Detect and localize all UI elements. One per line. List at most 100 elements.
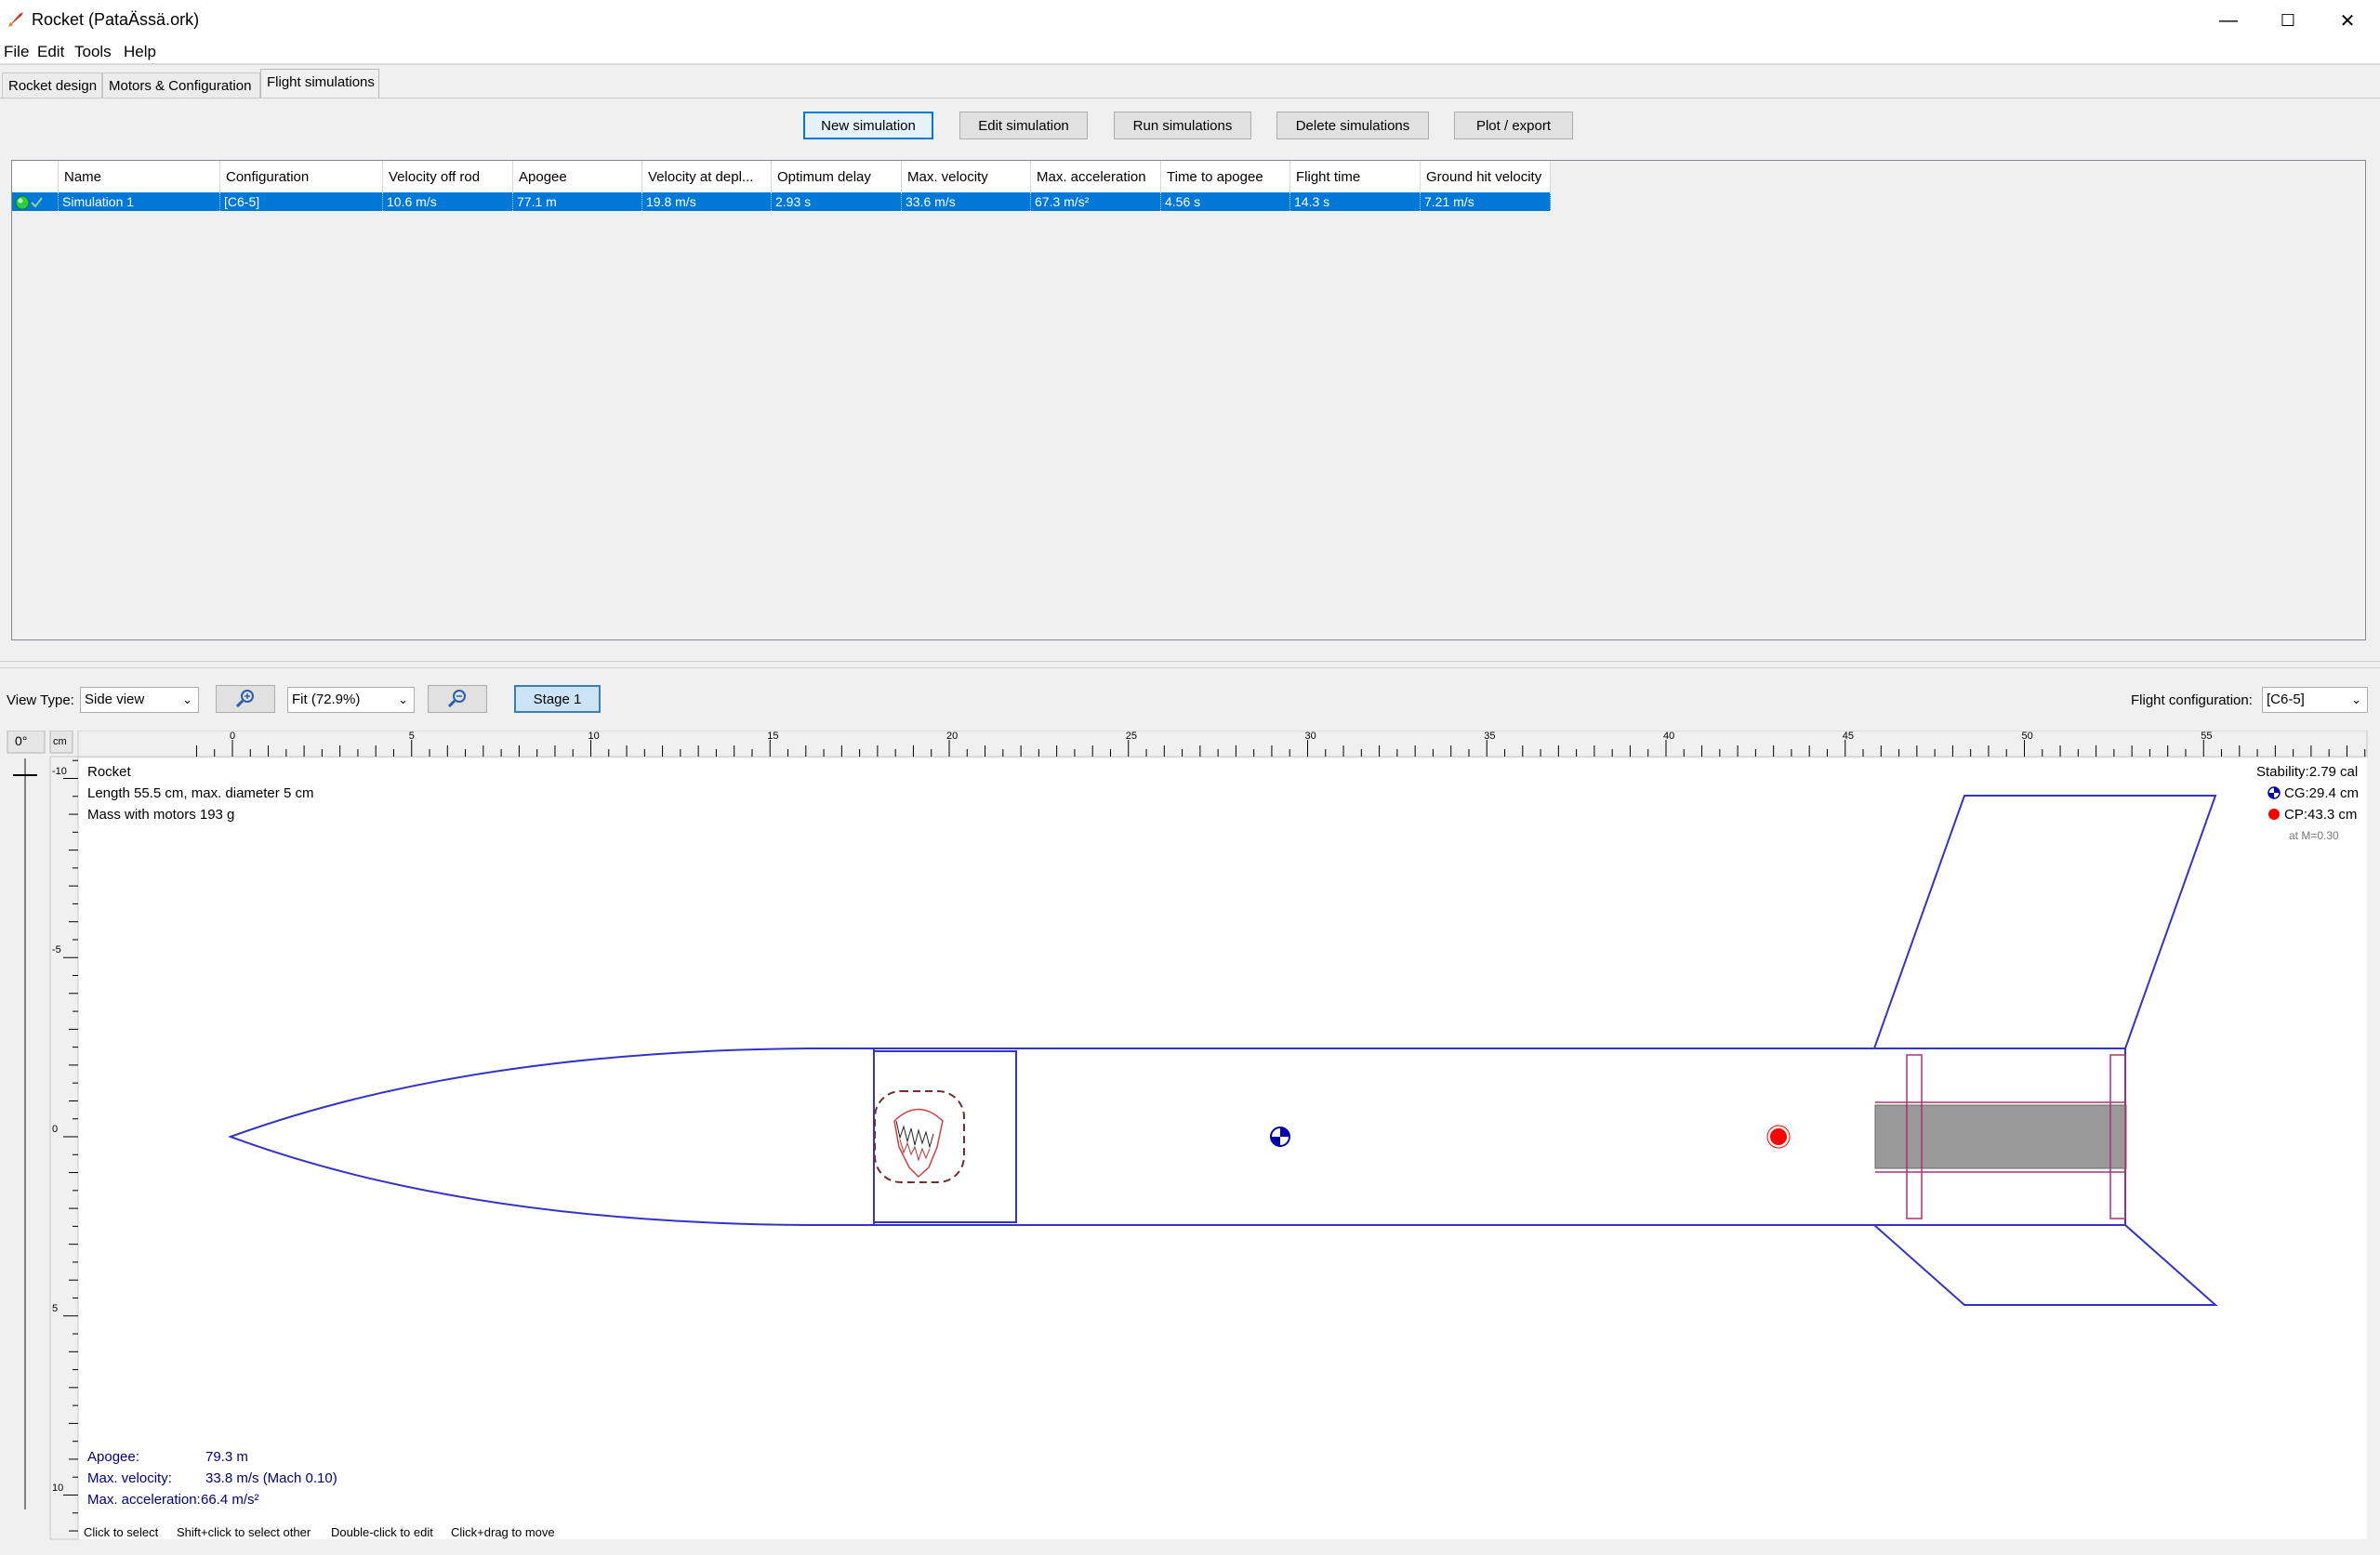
max-acceleration-value: 66.4 m/s² xyxy=(201,1492,259,1508)
hint-click-select: Click to select xyxy=(84,1525,159,1539)
ruler-label: 50 xyxy=(2021,731,2033,742)
title-bar: Rocket (PataÄssä.ork) — ☐ ✕ xyxy=(0,0,2380,41)
vruler-label: -5 xyxy=(52,944,61,956)
mach-note: at M=0.30 xyxy=(2289,829,2339,842)
zoom-in-icon xyxy=(235,690,254,708)
table-header-ground-hit-velocity[interactable]: Ground hit velocity xyxy=(1421,161,1551,192)
maximize-button[interactable]: ☐ xyxy=(2257,0,2319,41)
tab-rocket-design[interactable]: Rocket design xyxy=(2,72,102,99)
ruler-label: 5 xyxy=(408,731,415,742)
vruler-label: -10 xyxy=(52,765,67,777)
chevron-down-icon: ⌄ xyxy=(2351,692,2361,706)
ruler-label: 55 xyxy=(2201,731,2213,742)
cell-configuration: [C6-5] xyxy=(220,192,383,211)
rocket-dimensions: Length 55.5 cm, max. diameter 5 cm xyxy=(87,785,314,801)
cg-legend-icon xyxy=(2268,786,2281,799)
ruler-label: 40 xyxy=(1663,731,1675,742)
cell-ground-hit-velocity: 7.21 m/s xyxy=(1421,192,1551,211)
chevron-down-icon: ⌄ xyxy=(182,692,192,706)
table-header-name[interactable]: Name xyxy=(59,161,220,192)
view-type-select[interactable]: Side view ⌄ xyxy=(80,687,199,713)
zoom-out-button[interactable] xyxy=(428,685,487,713)
stability-value: Stability:2.79 cal xyxy=(2256,764,2359,780)
tab-flight-simulations[interactable]: Flight simulations xyxy=(260,69,379,99)
chevron-down-icon: ⌄ xyxy=(398,692,408,706)
ruler-label: 20 xyxy=(946,731,959,742)
angle-value[interactable]: 0° xyxy=(15,733,27,748)
table-header-configuration[interactable]: Configuration xyxy=(220,161,383,192)
simulation-ok-icon xyxy=(15,195,43,210)
rocket-app-icon xyxy=(8,12,23,27)
cell-flight-time: 14.3 s xyxy=(1290,192,1421,211)
zoom-select[interactable]: Fit (72.9%) ⌄ xyxy=(287,687,415,713)
table-header-time-to-apogee[interactable]: Time to apogee xyxy=(1161,161,1290,192)
close-button[interactable]: ✕ xyxy=(2317,0,2378,41)
cell-velocity-at-deployment: 19.8 m/s xyxy=(642,192,772,211)
flight-configuration-select[interactable]: [C6-5] ⌄ xyxy=(2262,687,2368,713)
table-header-flight-time[interactable]: Flight time xyxy=(1290,161,1421,192)
vruler-label: 0 xyxy=(52,1124,59,1135)
status-cell xyxy=(12,192,59,211)
menu-help[interactable]: Help xyxy=(124,43,156,61)
rocket-name: Rocket xyxy=(87,764,131,780)
unit-label[interactable]: cm xyxy=(53,736,67,747)
run-simulations-button[interactable]: Run simulations xyxy=(1114,112,1251,139)
cp-legend-icon xyxy=(2268,809,2280,820)
cg-value: CG:29.4 cm xyxy=(2284,785,2360,801)
table-header-max-acceleration[interactable]: Max. acceleration xyxy=(1031,161,1161,192)
table-row[interactable]: Simulation 1 [C6-5] 10.6 m/s 77.1 m 19.8… xyxy=(12,192,1551,211)
rocket-figure-panel[interactable]: 0° cm 0 5 10 15 20 25 30 35 40 45 50 55 -10 -5 0 5 10 R… xyxy=(0,731,2380,1555)
cell-time-to-apogee: 4.56 s xyxy=(1161,192,1290,211)
rocket-mass: Mass with motors 193 g xyxy=(87,807,235,823)
window-title: Rocket (PataÄssä.ork) xyxy=(32,10,200,29)
vruler-label: 10 xyxy=(52,1482,64,1494)
table-header-apogee[interactable]: Apogee xyxy=(513,161,642,192)
max-acceleration-label: Max. acceleration: xyxy=(87,1492,201,1508)
ruler-label: 25 xyxy=(1125,731,1137,742)
zoom-out-icon xyxy=(447,690,466,708)
zoom-in-button[interactable] xyxy=(216,685,275,713)
table-header-velocity-off-rod[interactable]: Velocity off rod xyxy=(383,161,513,192)
cell-max-acceleration: 67.3 m/s² xyxy=(1031,192,1161,211)
ruler-label: 10 xyxy=(588,731,600,742)
new-simulation-button[interactable]: New simulation xyxy=(803,112,933,139)
flight-configuration-value: [C6-5] xyxy=(2267,692,2305,707)
edit-simulation-button[interactable]: Edit simulation xyxy=(959,112,1088,139)
table-header-status[interactable] xyxy=(12,161,59,192)
table-header-max-velocity[interactable]: Max. velocity xyxy=(902,161,1031,192)
cell-apogee: 77.1 m xyxy=(513,192,642,211)
menu-file[interactable]: File xyxy=(4,43,29,61)
minimize-button[interactable]: — xyxy=(2198,0,2259,41)
cg-marker-icon[interactable] xyxy=(1270,1127,1290,1147)
cp-marker-icon[interactable] xyxy=(1766,1125,1791,1149)
menu-tools[interactable]: Tools xyxy=(74,43,112,61)
stage-1-toggle[interactable]: Stage 1 xyxy=(514,685,601,713)
ruler-label: 45 xyxy=(1842,731,1854,742)
split-pane-divider[interactable] xyxy=(0,661,2380,668)
cell-max-velocity: 33.6 m/s xyxy=(902,192,1031,211)
max-velocity-value: 33.8 m/s (Mach 0.10) xyxy=(205,1470,337,1486)
table-header-optimum-delay[interactable]: Optimum delay xyxy=(772,161,902,192)
cell-optimum-delay: 2.93 s xyxy=(772,192,902,211)
hint-shift-click: Shift+click to select other xyxy=(177,1525,311,1539)
rocket-figure[interactable] xyxy=(0,731,2380,1555)
plot-export-button[interactable]: Plot / export xyxy=(1454,112,1573,139)
delete-simulations-button[interactable]: Delete simulations xyxy=(1276,112,1429,139)
ruler-label: 0 xyxy=(230,731,236,742)
table-header-velocity-at-deployment[interactable]: Velocity at depl... xyxy=(642,161,772,192)
motor-tube[interactable] xyxy=(1874,1104,2127,1169)
apogee-value: 79.3 m xyxy=(205,1449,248,1465)
flight-configuration-label: Flight configuration: xyxy=(2131,692,2253,708)
cell-velocity-off-rod: 10.6 m/s xyxy=(383,192,513,211)
menu-bar: File Edit Tools Help xyxy=(0,41,2380,65)
hint-double-click: Double-click to edit xyxy=(331,1525,433,1539)
hint-drag-move: Click+drag to move xyxy=(451,1525,555,1539)
simulations-table[interactable]: Name Configuration Velocity off rod Apog… xyxy=(11,160,2366,640)
view-type-label: View Type: xyxy=(7,692,74,708)
cp-value: CP:43.3 cm xyxy=(2284,807,2358,823)
apogee-label: Apogee: xyxy=(87,1449,139,1465)
menu-edit[interactable]: Edit xyxy=(37,43,64,61)
tab-motors-configuration[interactable]: Motors & Configuration xyxy=(102,72,260,99)
cell-name: Simulation 1 xyxy=(59,192,220,211)
ruler-label: 30 xyxy=(1304,731,1316,742)
